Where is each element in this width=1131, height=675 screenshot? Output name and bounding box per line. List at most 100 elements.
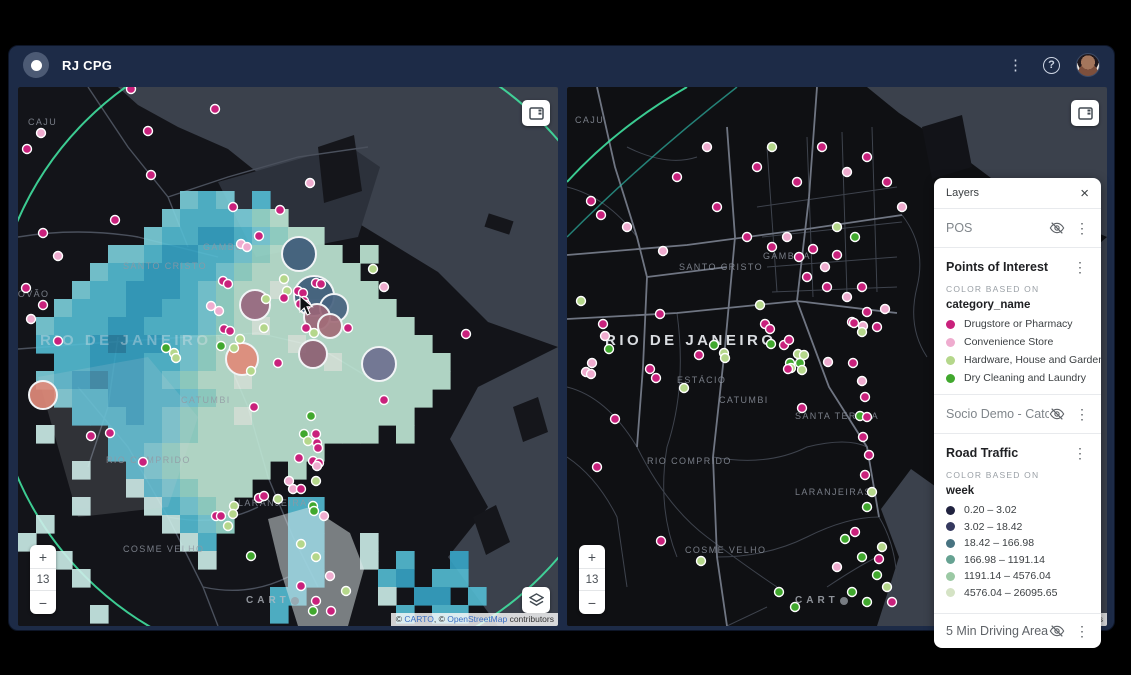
- poi-dot[interactable]: [775, 588, 784, 597]
- visibility-off-icon[interactable]: [1049, 623, 1065, 639]
- poi-dot[interactable]: [605, 345, 614, 354]
- poi-dot[interactable]: [106, 429, 115, 438]
- poi-dot[interactable]: [306, 179, 315, 188]
- poi-dot[interactable]: [821, 263, 830, 272]
- poi-dot[interactable]: [327, 607, 336, 616]
- poi-dot[interactable]: [314, 444, 323, 453]
- visibility-off-icon[interactable]: [1049, 220, 1065, 236]
- poi-dot[interactable]: [833, 563, 842, 572]
- poi-dot[interactable]: [139, 458, 148, 467]
- poi-dot[interactable]: [255, 232, 264, 241]
- map-panel-left[interactable]: CAJUCRISTOVÃOSANTO CRISTOGAMBOARIO DE JA…: [18, 87, 558, 626]
- poi-dot[interactable]: [673, 173, 682, 182]
- poi-dot[interactable]: [326, 572, 335, 581]
- poi-dot[interactable]: [262, 295, 271, 304]
- poi-dot[interactable]: [710, 341, 719, 350]
- poi-dot[interactable]: [344, 324, 353, 333]
- layer-options-icon[interactable]: ⋮: [1071, 445, 1089, 462]
- poi-dot[interactable]: [803, 273, 812, 282]
- poi-dot[interactable]: [851, 233, 860, 242]
- basemap-selector-button[interactable]: [522, 587, 550, 613]
- poi-dot[interactable]: [280, 294, 289, 303]
- poi-dot[interactable]: [784, 365, 793, 374]
- poi-dot[interactable]: [657, 537, 666, 546]
- zoom-in-button[interactable]: +: [579, 545, 605, 568]
- graduated-bubble[interactable]: [318, 314, 342, 338]
- poi-dot[interactable]: [310, 329, 319, 338]
- poi-dot[interactable]: [599, 320, 608, 329]
- poi-dot[interactable]: [868, 488, 877, 497]
- poi-dot[interactable]: [652, 374, 661, 383]
- poi-dot[interactable]: [824, 358, 833, 367]
- poi-dot[interactable]: [577, 297, 586, 306]
- poi-dot[interactable]: [297, 540, 306, 549]
- poi-dot[interactable]: [841, 535, 850, 544]
- poi-dot[interactable]: [593, 463, 602, 472]
- poi-dot[interactable]: [312, 597, 321, 606]
- layer-options-icon[interactable]: ⋮: [1073, 623, 1091, 640]
- header-kebab-menu-icon[interactable]: ⋮: [1004, 56, 1027, 75]
- poi-dot[interactable]: [229, 510, 238, 519]
- poi-dot[interactable]: [304, 437, 313, 446]
- poi-dot[interactable]: [833, 251, 842, 260]
- split-view-button[interactable]: [522, 100, 550, 126]
- zoom-in-button[interactable]: +: [30, 545, 56, 568]
- poi-dot[interactable]: [768, 243, 777, 252]
- poi-dot[interactable]: [172, 354, 181, 363]
- close-icon[interactable]: ×: [1080, 186, 1089, 201]
- poi-dot[interactable]: [795, 253, 804, 262]
- poi-dot[interactable]: [659, 247, 668, 256]
- poi-dot[interactable]: [127, 87, 136, 94]
- poi-dot[interactable]: [230, 344, 239, 353]
- poi-dot[interactable]: [843, 168, 852, 177]
- poi-dot[interactable]: [462, 330, 471, 339]
- poi-dot[interactable]: [858, 283, 867, 292]
- poi-dot[interactable]: [863, 503, 872, 512]
- poi-dot[interactable]: [793, 178, 802, 187]
- poi-dot[interactable]: [39, 229, 48, 238]
- poi-dot[interactable]: [587, 197, 596, 206]
- poi-dot[interactable]: [54, 252, 63, 261]
- layer-options-icon[interactable]: ⋮: [1073, 406, 1091, 423]
- layer-row-socio[interactable]: Socio Demo - Catchm... ⋮: [934, 395, 1101, 433]
- poi-dot[interactable]: [721, 354, 730, 363]
- carto-link[interactable]: CARTO: [404, 614, 433, 624]
- poi-dot[interactable]: [147, 171, 156, 180]
- poi-dot[interactable]: [767, 340, 776, 349]
- poi-dot[interactable]: [623, 223, 632, 232]
- poi-dot[interactable]: [313, 462, 322, 471]
- graduated-bubble[interactable]: [299, 340, 327, 368]
- poi-dot[interactable]: [297, 582, 306, 591]
- poi-dot[interactable]: [766, 325, 775, 334]
- poi-dot[interactable]: [646, 365, 655, 374]
- poi-dot[interactable]: [850, 319, 859, 328]
- visibility-off-icon[interactable]: [1049, 406, 1065, 422]
- poi-dot[interactable]: [274, 495, 283, 504]
- poi-dot[interactable]: [881, 305, 890, 314]
- poi-dot[interactable]: [27, 315, 36, 324]
- poi-dot[interactable]: [809, 245, 818, 254]
- poi-dot[interactable]: [320, 512, 329, 521]
- help-icon[interactable]: ?: [1043, 57, 1060, 74]
- poi-dot[interactable]: [224, 522, 233, 531]
- layer-row-driving-area[interactable]: 5 Min Driving Area ⋮: [934, 614, 1101, 648]
- poi-dot[interactable]: [756, 301, 765, 310]
- poi-dot[interactable]: [785, 336, 794, 345]
- poi-dot[interactable]: [309, 607, 318, 616]
- poi-dot[interactable]: [798, 404, 807, 413]
- poi-dot[interactable]: [849, 359, 858, 368]
- poi-dot[interactable]: [54, 337, 63, 346]
- poi-dot[interactable]: [798, 366, 807, 375]
- poi-dot[interactable]: [224, 280, 233, 289]
- poi-dot[interactable]: [878, 543, 887, 552]
- poi-dot[interactable]: [247, 367, 256, 376]
- poi-dot[interactable]: [217, 512, 226, 521]
- poi-dot[interactable]: [236, 335, 245, 344]
- poi-dot[interactable]: [858, 377, 867, 386]
- poi-dot[interactable]: [858, 553, 867, 562]
- poi-dot[interactable]: [312, 430, 321, 439]
- poi-dot[interactable]: [783, 233, 792, 242]
- poi-dot[interactable]: [843, 293, 852, 302]
- poi-dot[interactable]: [713, 203, 722, 212]
- workspace-logo-icon[interactable]: [23, 52, 49, 78]
